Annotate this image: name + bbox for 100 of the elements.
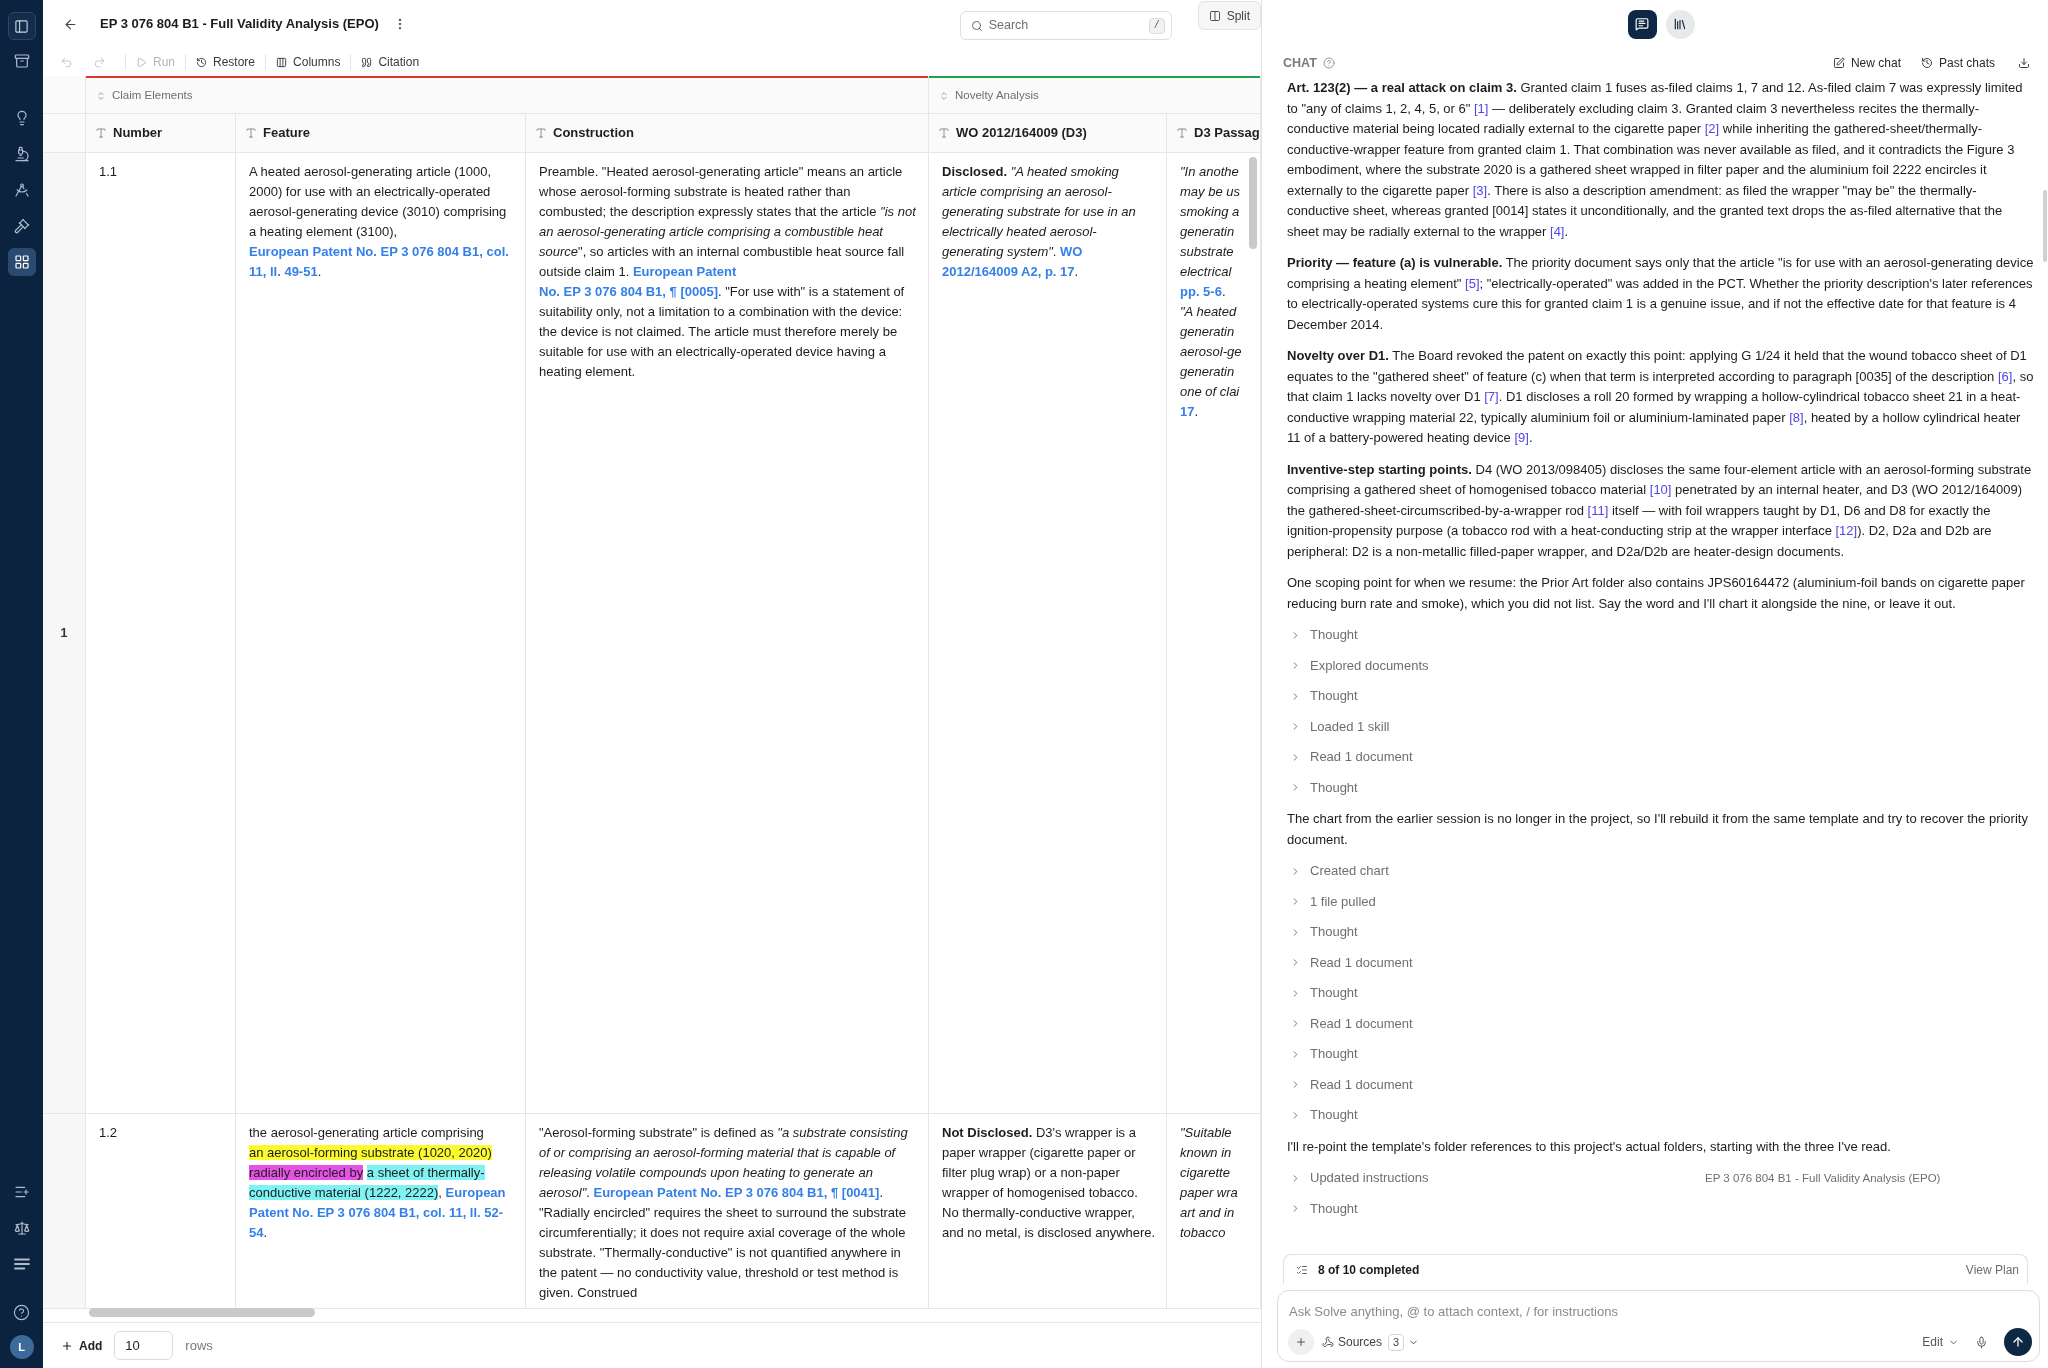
citation-link[interactable]: Patent No. EP 3 076 804 B1, col. 11, ll. 52- <box>249 1205 504 1220</box>
search-input[interactable]: Search <box>988 16 1149 35</box>
citation-link[interactable]: pp. 5-6 <box>1180 284 1222 299</box>
citation-link[interactable]: [9] <box>1514 430 1529 445</box>
step-toggle[interactable]: Thought <box>1287 1044 1358 1065</box>
back-icon[interactable] <box>63 16 78 32</box>
download-icon[interactable] <box>2018 57 2030 69</box>
step-toggle[interactable]: Thought <box>1287 922 1358 943</box>
past-chats-button[interactable]: Past chats <box>1920 54 1995 72</box>
column-header: WO 2012/164009 (D3) <box>956 124 1087 143</box>
citation-link[interactable]: WO <box>1060 244 1083 259</box>
text-type-icon <box>1176 127 1188 139</box>
toolbar-button[interactable]: Citation <box>351 50 430 74</box>
step-toggle[interactable]: Thought <box>1287 686 1358 707</box>
step-toggle[interactable]: Updated instructions <box>1287 1168 1429 1189</box>
row-number: 1 <box>60 624 68 642</box>
chat-message: The chart from the earlier session is no longer in the project, so I'll rebuild it from the same template and try to recover the priority document. <box>1287 810 2029 849</box>
add-rows-button[interactable]: Add <box>61 1336 103 1355</box>
send-button[interactable] <box>2004 1328 2032 1356</box>
scale-icon <box>13 1220 30 1236</box>
mode-dropdown[interactable]: Edit <box>1922 1333 1959 1351</box>
search-field[interactable]: Search / <box>959 11 1172 40</box>
citation-link[interactable]: European Patent No. EP 3 076 804 B1, col. <box>249 244 509 259</box>
checklist-icon <box>1296 1263 1308 1276</box>
chat-message: Novelty over D1. The Board revoked the patent on exactly this point: applying G 1/24 it held that the wound tobacco sheet of D1 equates to the "gathered sheet" of feature (c) when that term is interpreted according to paragraph [0035] of the description [6], so that claim 1 lacks novelty over D1 [7]. D1 discloses a roll 20 formed by wrapping a hollow-cylindrical tobacco sheet 21 in a heat-conductive wrapping material 22, typically aluminium foil or aluminium-laminated paper [8], heated by a hollow cylindrical heater 11 of a battery-powered heating device [9]. <box>1287 347 2034 447</box>
citation-link[interactable]: 11, ll. 49-51 <box>249 264 318 279</box>
toolbar-button[interactable]: Columns <box>266 50 351 74</box>
citation-link[interactable]: European <box>445 1185 506 1200</box>
step-toggle[interactable]: Thought <box>1287 1105 1358 1126</box>
citation-link[interactable]: [5] <box>1465 275 1480 291</box>
citation-link[interactable]: [7] <box>1484 389 1499 404</box>
text-type-icon <box>95 127 107 139</box>
rows-label: rows <box>185 1336 213 1355</box>
citation-link[interactable]: [4] <box>1550 223 1565 239</box>
citation-link[interactable]: European Patent <box>632 264 737 279</box>
panel-toggle-button[interactable] <box>7 12 36 40</box>
new-chat-button[interactable]: New chat <box>1832 54 1901 72</box>
citation-link[interactable]: [11] <box>1587 502 1609 518</box>
citation-link[interactable]: No. EP 3 076 804 B1, ¶ [0005] <box>539 284 718 299</box>
chat-input[interactable]: Ask Solve anything, @ to attach context, / for instructions <box>1288 1296 2032 1326</box>
step-toggle[interactable]: 1 file pulled <box>1287 891 1376 912</box>
microphone-icon[interactable] <box>1975 1335 1988 1349</box>
highlighted-text: an aerosol-forming substrate (1020, 2020) <box>249 1145 492 1160</box>
step-toggle[interactable]: Read 1 document <box>1287 952 1413 973</box>
text-type-icon <box>938 127 950 139</box>
view-plan-link[interactable]: View Plan <box>1965 1260 2019 1279</box>
column-header: Construction <box>553 124 634 143</box>
panel-title: CHAT <box>1283 54 1317 72</box>
scrollbar-thumb[interactable] <box>2043 190 2047 262</box>
user-avatar[interactable]: L <box>9 1335 34 1359</box>
text-type-icon <box>535 127 547 139</box>
toolbar-button[interactable]: Restore <box>186 50 266 74</box>
step-toggle[interactable]: Loaded 1 skill <box>1287 716 1390 737</box>
split-button[interactable]: Split <box>1197 1 1261 30</box>
row-count-field[interactable]: 10 <box>114 1331 174 1360</box>
quote-icon <box>361 56 373 68</box>
books-icon <box>1673 17 1687 31</box>
citation-link[interactable]: [12] <box>1835 523 1858 538</box>
view-mode-button[interactable] <box>1665 9 1695 39</box>
composer-field[interactable]: Ask Solve anything, @ to attach context, / for instructions Sources 3 Edit <box>1277 1290 2040 1362</box>
table-cell-text: 1.1 <box>99 163 119 181</box>
scrollbar-thumb[interactable] <box>1249 157 1257 249</box>
step-toggle[interactable]: Read 1 document <box>1287 1013 1413 1034</box>
column-header: Number <box>113 124 163 143</box>
table-cell-text: A heated aerosol-generating article (1000, 2000) for use with an electrically-operated aerosol-generating device (3010) comprising a heating element (3100), European Patent No. EP 3 076 804 B1, col. 11, ll. 49-51. <box>249 163 510 281</box>
highlighted-text: a sheet of thermally- <box>366 1165 485 1180</box>
citation-link[interactable]: [2] <box>1704 121 1720 136</box>
step-toggle[interactable]: Created chart <box>1287 861 1389 882</box>
scrollbar-thumb[interactable] <box>89 1308 315 1317</box>
text-type-icon <box>245 127 257 139</box>
citation-link[interactable]: 2012/164009 A2, p. 17 <box>942 264 1075 279</box>
citation-link[interactable]: [10] <box>1649 482 1672 497</box>
citation-link[interactable]: [8] <box>1789 409 1804 425</box>
add-button[interactable] <box>1288 1329 1314 1355</box>
search-icon <box>970 19 983 32</box>
group-label: Novelty Analysis <box>955 87 1039 103</box>
sources-button[interactable]: Sources 3 <box>1322 1333 1420 1351</box>
step-toggle[interactable]: Read 1 document <box>1287 747 1413 768</box>
sidebar-button[interactable] <box>7 248 36 276</box>
view-mode-button[interactable] <box>1627 9 1657 39</box>
step-toggle[interactable]: Thought <box>1287 625 1358 646</box>
step-toggle[interactable]: Thought <box>1287 1198 1358 1219</box>
step-toggle[interactable]: Thought <box>1287 777 1358 798</box>
table-cell-text: "Aerosol-forming substrate" is defined as "a substrate consisting of or comprising an aerosol-forming material that is capable of releasing volatile compounds upon heating to generate an aerosol". European Patent No. EP 3 076 804 B1, ¶ [0041]. "Radially encircled" requires the sheet to surround the substrate circumferentially; it does not require axial coverage of the whole substrate. "Thermally-conductive" is not quantified anywhere in the patent — no conductivity value, threshold or test method is given. Construed <box>539 1124 909 1302</box>
column-header: Feature <box>263 124 310 143</box>
table-cell-text: 1.2 <box>99 1124 119 1142</box>
table-cell-text: the aerosol-generating article comprising an aerosol-forming substrate (1020, 2020) radially encircled by a sheet of thermally- conductive material (1222, 2222), European Patent No. EP 3 076 804 B1, col. 11, ll. 52- 54. <box>249 1124 507 1242</box>
history-icon <box>196 56 207 68</box>
step-toggle[interactable]: Read 1 document <box>1287 1074 1413 1095</box>
step-toggle[interactable]: Thought <box>1287 983 1358 1004</box>
text-lines-icon <box>13 1256 30 1272</box>
help-icon[interactable] <box>13 1304 30 1321</box>
compass-icon <box>13 182 30 198</box>
archive-icon <box>13 53 30 69</box>
citation-link[interactable]: 17 <box>1180 404 1195 419</box>
citation-link[interactable]: [1] <box>1474 100 1489 116</box>
citation-link[interactable]: European Patent No. EP 3 076 804 B1, <box>593 1185 831 1200</box>
gavel-icon <box>13 218 30 234</box>
step-toggle[interactable]: Explored documents <box>1287 655 1429 676</box>
list-plus-icon <box>13 1184 30 1200</box>
